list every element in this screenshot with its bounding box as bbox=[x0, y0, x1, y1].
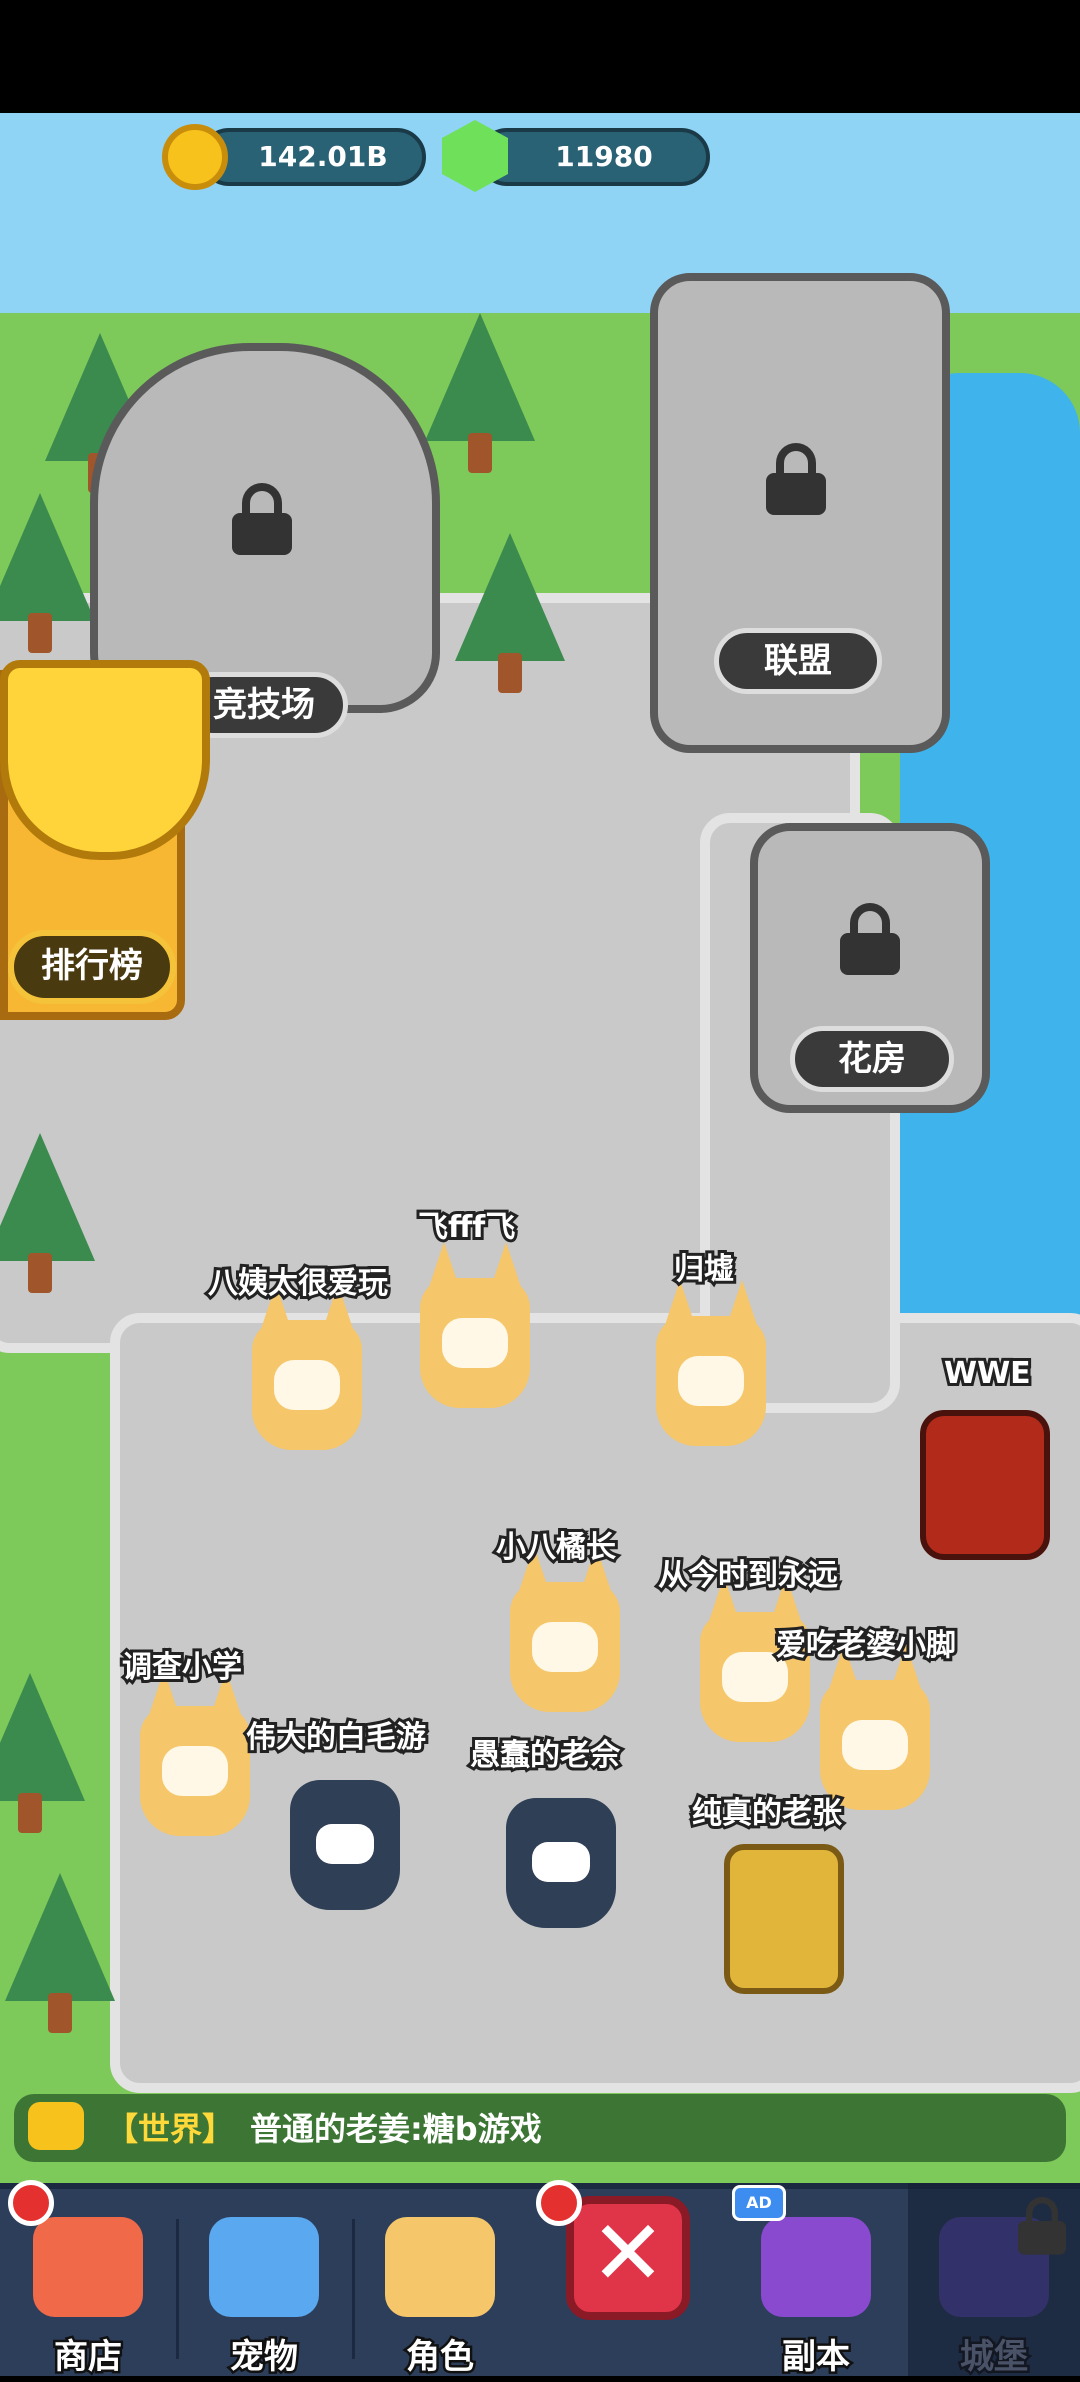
player-fox[interactable] bbox=[656, 1296, 766, 1446]
player-cat[interactable] bbox=[506, 1778, 616, 1928]
notification-dot bbox=[8, 2180, 54, 2226]
chat-message: 普通的老姜:糖b游戏 bbox=[250, 2110, 542, 2148]
player-name: 愚蠢的老佘 bbox=[467, 1735, 623, 1776]
nav-role-label: 角色 bbox=[404, 2335, 477, 2380]
coin-icon bbox=[162, 124, 228, 190]
ad-badge: AD bbox=[732, 2185, 786, 2221]
player-name: 小八橘长 bbox=[493, 1527, 619, 1568]
chat-icon bbox=[28, 2102, 84, 2150]
player-name: 从今时到永远 bbox=[655, 1555, 841, 1596]
player-fox[interactable] bbox=[510, 1562, 620, 1712]
coin-counter: 142.01B bbox=[200, 128, 426, 186]
player-cat[interactable] bbox=[290, 1760, 400, 1910]
player-name: 八姨太很爱玩 bbox=[205, 1263, 391, 1304]
shop-icon bbox=[33, 2217, 143, 2317]
player-name: 伟大的白毛游 bbox=[243, 1717, 429, 1758]
player-name: WWE bbox=[941, 1353, 1034, 1394]
lock-icon bbox=[1018, 2197, 1066, 2255]
fox-icon bbox=[385, 2217, 495, 2317]
nav-role[interactable]: 角色 bbox=[352, 2189, 528, 2382]
gem-amount: 11980 bbox=[555, 140, 653, 173]
trophy-icon bbox=[0, 660, 210, 860]
player-name: 纯真的老张 bbox=[689, 1793, 845, 1834]
greenhouse-label[interactable]: 花房 bbox=[790, 1026, 954, 1092]
notification-dot bbox=[536, 2180, 582, 2226]
lock-icon bbox=[840, 903, 900, 975]
coin-amount: 142.01B bbox=[258, 140, 388, 173]
leaderboard-label[interactable]: 排行榜 bbox=[8, 930, 176, 1004]
lock-icon bbox=[232, 483, 292, 555]
player-name: 归墟 bbox=[671, 1249, 737, 1290]
player-name: 飞fff飞 bbox=[415, 1207, 518, 1248]
lock-icon bbox=[766, 443, 826, 515]
player-fox[interactable] bbox=[140, 1686, 250, 1836]
player-knight[interactable] bbox=[724, 1834, 844, 1994]
nav-pet-label: 宠物 bbox=[228, 2335, 301, 2380]
nav-dungeon-label: 副本 bbox=[780, 2335, 853, 2380]
pet-icon bbox=[209, 2217, 319, 2317]
player-name: 爱吃老婆小脚 bbox=[773, 1625, 959, 1666]
world-chat-bar[interactable]: 【世界】 普通的老姜:糖b游戏 bbox=[14, 2094, 1066, 2162]
dungeon-icon bbox=[761, 2217, 871, 2317]
nav-pet[interactable]: 宠物 bbox=[176, 2189, 352, 2382]
player-fox[interactable] bbox=[252, 1300, 362, 1450]
gem-counter: 11980 bbox=[478, 128, 710, 186]
player-name: 调查小学 bbox=[119, 1647, 245, 1688]
player-demon[interactable] bbox=[920, 1400, 1050, 1560]
player-fox[interactable] bbox=[700, 1592, 810, 1742]
nav-shop-label: 商店 bbox=[52, 2335, 125, 2380]
chat-channel: 【世界】 bbox=[106, 2110, 235, 2148]
status-bar bbox=[0, 0, 1080, 113]
player-fox[interactable] bbox=[420, 1258, 530, 1408]
close-button[interactable]: ✕ bbox=[566, 2196, 690, 2320]
alliance-label[interactable]: 联盟 bbox=[714, 628, 882, 694]
